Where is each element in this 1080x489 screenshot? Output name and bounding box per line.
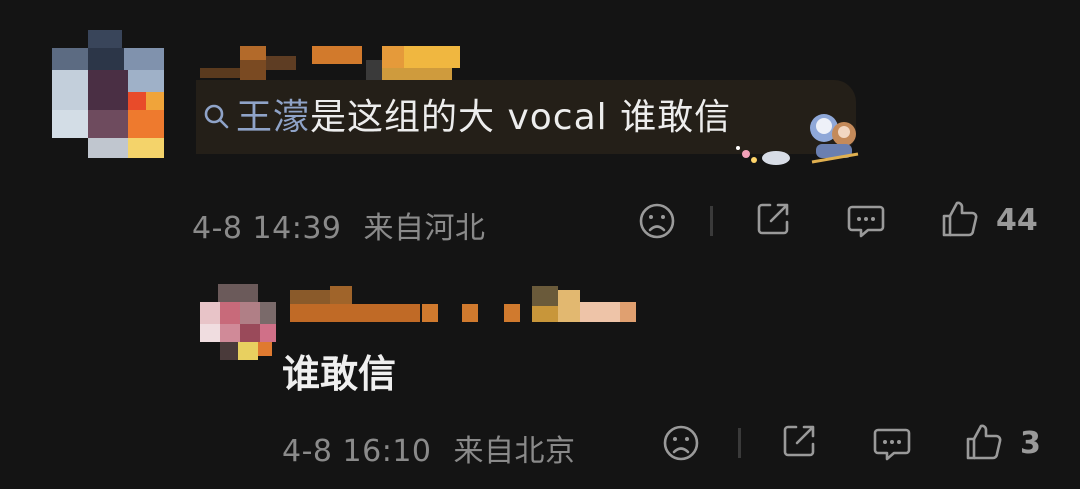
unhappy-face-icon[interactable] xyxy=(662,424,700,462)
comment-date: 4-8 14:39 xyxy=(192,211,342,246)
reply-meta: 4-8 16:10 来自北京 xyxy=(282,426,576,470)
thumbs-up-icon[interactable] xyxy=(964,422,1004,462)
action-divider xyxy=(710,206,713,236)
mention-link[interactable]: 王濛 xyxy=(236,97,310,138)
reply-text: 谁敢信 xyxy=(282,352,397,396)
username-blurred[interactable] xyxy=(200,46,460,80)
reply-action-divider xyxy=(738,428,741,458)
search-icon[interactable] xyxy=(202,96,230,142)
sticker-decoration xyxy=(728,108,864,170)
reply-like-count: 3 xyxy=(1020,426,1041,461)
comment-icon[interactable] xyxy=(872,426,912,462)
comment-icon[interactable] xyxy=(846,203,886,239)
share-icon[interactable] xyxy=(754,200,792,238)
comment-location: 来自河北 xyxy=(363,211,486,246)
reply-avatar[interactable] xyxy=(200,284,276,360)
thumbs-up-icon[interactable] xyxy=(940,199,980,239)
unhappy-face-icon[interactable] xyxy=(638,202,676,240)
reply-username-blurred[interactable] xyxy=(290,286,640,326)
reply-location: 来自北京 xyxy=(453,434,576,469)
share-icon[interactable] xyxy=(780,422,818,460)
like-count: 44 xyxy=(996,203,1038,238)
comment-text: 是这组的大 vocal 谁敢信 xyxy=(310,97,732,138)
reply-date: 4-8 16:10 xyxy=(282,434,432,469)
comment-meta: 4-8 14:39 来自河北 xyxy=(192,203,486,247)
avatar[interactable] xyxy=(52,30,164,158)
comment-content: 王濛是这组的大 vocal 谁敢信 xyxy=(202,95,731,142)
